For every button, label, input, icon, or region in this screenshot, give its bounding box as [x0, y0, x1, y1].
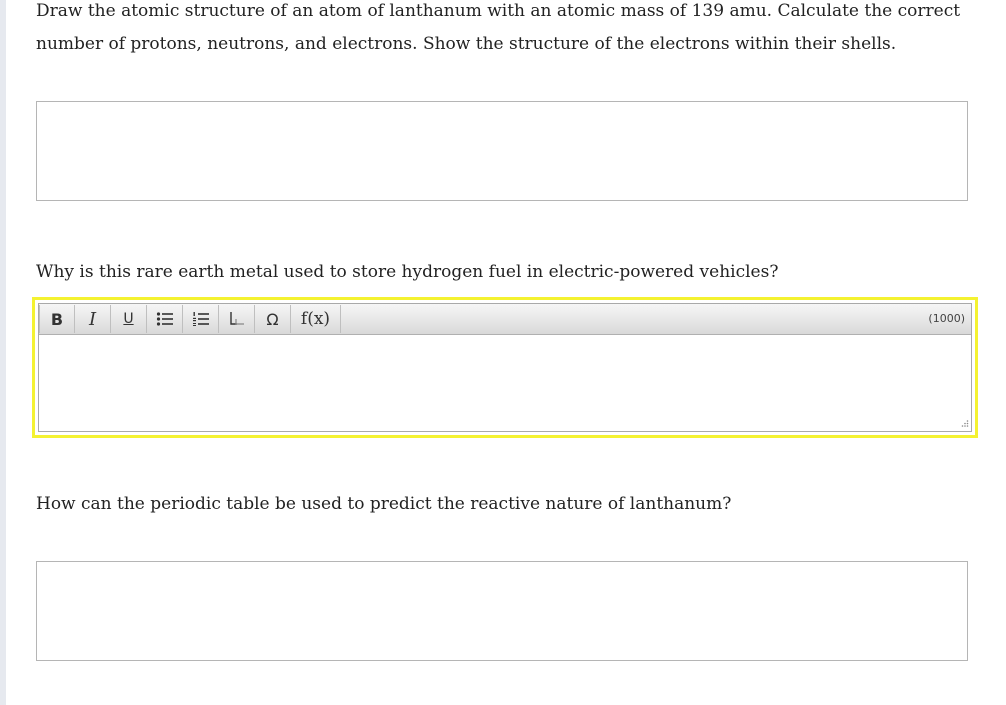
formula-button[interactable]: f(x) — [291, 305, 341, 333]
rich-text-editor: B I U Ω f(x) (1000) — [38, 303, 972, 432]
italic-button[interactable]: I — [75, 305, 111, 333]
question-3-text: How can the periodic table be used to pr… — [36, 494, 732, 514]
bold-button[interactable]: B — [39, 305, 75, 333]
rich-text-editor-focus-highlight: B I U Ω f(x) (1000) — [32, 297, 978, 438]
underline-button[interactable]: U — [111, 305, 147, 333]
left-rail — [0, 0, 6, 705]
numbered-list-button[interactable] — [183, 305, 219, 333]
resize-handle-icon[interactable] — [959, 419, 969, 429]
answer-box-3[interactable] — [36, 561, 968, 661]
subscript-button[interactable] — [219, 305, 255, 333]
subscript-icon — [229, 312, 244, 325]
question-1-text: Draw the atomic structure of an atom of … — [36, 1, 961, 54]
bulleted-list-button[interactable] — [147, 305, 183, 333]
question-2-text: Why is this rare earth metal used to sto… — [36, 262, 779, 282]
answer-box-1[interactable] — [36, 101, 968, 201]
editor-text-area[interactable] — [39, 335, 971, 431]
character-limit-counter: (1000) — [928, 312, 965, 325]
editor-toolbar: B I U Ω f(x) (1000) — [39, 304, 971, 335]
special-character-button[interactable]: Ω — [255, 305, 291, 333]
bulleted-list-icon — [156, 312, 173, 326]
numbered-list-icon — [192, 312, 209, 326]
